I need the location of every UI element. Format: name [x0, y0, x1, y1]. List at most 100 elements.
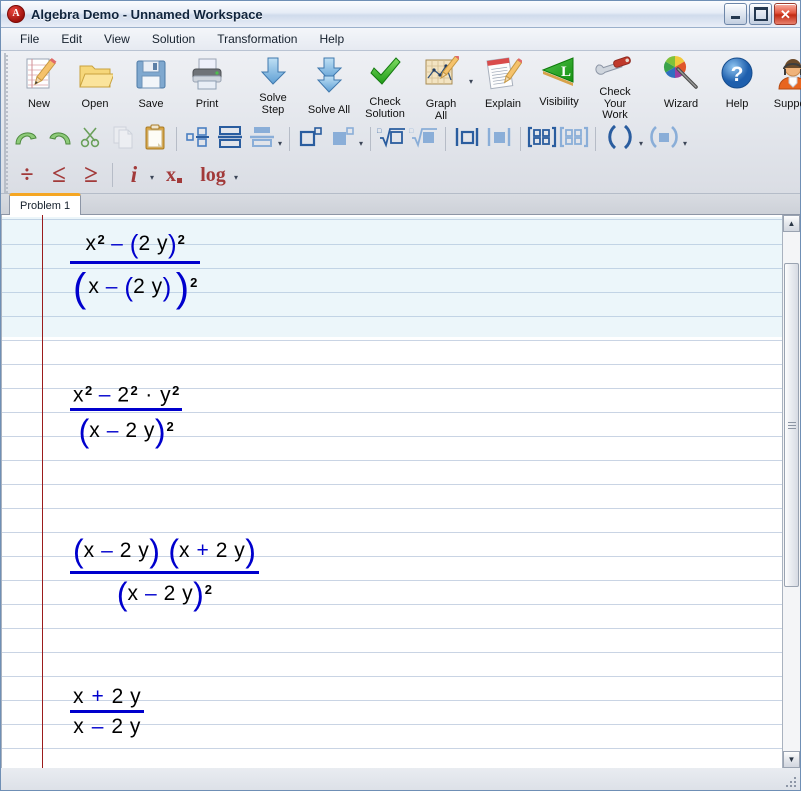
expression-step-1[interactable]: x2 – (2 y)2 (x – (2 y) )2: [70, 229, 201, 311]
graph-all-dropdown-arrow-icon[interactable]: ▾: [469, 77, 473, 86]
fraction-small-button[interactable]: [182, 124, 214, 154]
vertical-scrollbar[interactable]: ▲ ▼: [782, 215, 800, 768]
scrollbar-thumb[interactable]: [784, 263, 799, 587]
absolute-value-empty-button[interactable]: [451, 124, 483, 154]
visibility-label: Visibility: [539, 96, 579, 108]
solve-step-button[interactable]: Solve Step: [245, 53, 301, 118]
explain-button[interactable]: Explain: [475, 53, 531, 113]
new-document-pencil-icon: [21, 56, 57, 97]
logarithm-icon: log: [200, 163, 226, 186]
undo-arrow-icon: [14, 127, 40, 152]
scroll-up-button[interactable]: ▲: [783, 215, 800, 232]
logarithm-dropdown-arrow-icon[interactable]: ▾: [234, 173, 238, 182]
toolbar-grip[interactable]: [1, 53, 11, 121]
expression-step-2[interactable]: x2 – 22 · y2 (x – 2 y)2: [70, 383, 183, 450]
exponent-filled-icon: [330, 125, 356, 154]
radical-filled-icon: □: [409, 125, 439, 154]
maximize-button[interactable]: [749, 3, 772, 25]
check-your-work-label: Check Your Work: [599, 86, 631, 121]
tab-problem-1[interactable]: Problem 1: [9, 193, 82, 215]
solve-all-button[interactable]: Solve All: [301, 53, 357, 119]
denominator-step-3: (x – 2 y)2: [116, 576, 213, 612]
exponent-empty-button[interactable]: [295, 124, 327, 154]
imaginary-unit-button[interactable]: i: [118, 160, 150, 190]
absolute-value-filled-icon: [486, 125, 512, 154]
imaginary-unit-icon: i: [130, 162, 138, 187]
support-button[interactable]: Support: [765, 53, 801, 113]
graph-all-button[interactable]: Graph All: [413, 53, 469, 124]
absolute-value-empty-icon: [454, 125, 480, 154]
copy-button[interactable]: [107, 124, 139, 154]
menu-item-file[interactable]: File: [9, 30, 50, 48]
fraction-medium-button[interactable]: [214, 124, 246, 154]
undo-button[interactable]: [11, 124, 43, 154]
exponent-filled-button[interactable]: [327, 124, 359, 154]
new-button[interactable]: New: [11, 53, 67, 113]
parentheses-filled-dropdown-arrow-icon[interactable]: ▾: [683, 139, 687, 148]
resize-grip[interactable]: [785, 776, 797, 788]
print-button[interactable]: Print: [179, 53, 235, 113]
divide-icon: ÷: [20, 161, 34, 188]
menu-item-help[interactable]: Help: [308, 30, 355, 48]
wizard-button[interactable]: Wizard: [653, 53, 709, 113]
paste-button[interactable]: [139, 124, 171, 154]
radical-filled-button[interactable]: □: [408, 124, 440, 154]
fraction-step-3: (x – 2 y) (x + 2 y) (x – 2 y)2: [70, 533, 259, 613]
edit-separator-2: [289, 127, 291, 151]
menu-item-solution[interactable]: Solution: [141, 30, 206, 48]
menu-item-transformation[interactable]: Transformation: [206, 30, 308, 48]
edit-separator-6: [595, 127, 597, 151]
radical-empty-button[interactable]: □: [376, 124, 408, 154]
matrix-empty-button[interactable]: [526, 124, 558, 154]
scroll-down-button[interactable]: ▼: [783, 751, 800, 768]
close-button[interactable]: ✕: [774, 3, 797, 25]
absolute-value-filled-button[interactable]: [483, 124, 515, 154]
worksheet-paper[interactable]: x2 – (2 y)2 (x – (2 y) )2 x2 – 22 · y2 (…: [2, 215, 782, 768]
parentheses-empty-button[interactable]: [601, 124, 639, 154]
fraction-dropdown-arrow-icon[interactable]: ▾: [278, 139, 282, 148]
margin-line: [42, 215, 43, 768]
check-solution-button[interactable]: Check Solution: [357, 53, 413, 122]
scrollbar-track[interactable]: [783, 232, 800, 751]
toolbar-container: New Open Save Print Solve Step Solve All…: [1, 51, 801, 194]
green-checkmark-icon: [367, 56, 403, 95]
expression-step-3[interactable]: (x – 2 y) (x + 2 y) (x – 2 y)2: [70, 533, 259, 613]
menu-item-view[interactable]: View: [93, 30, 141, 48]
check-your-work-button[interactable]: Check Your Work: [587, 53, 643, 124]
fraction-large-button[interactable]: [246, 124, 278, 154]
edit-separator-5: [520, 127, 522, 151]
support-headset-person-icon: [775, 56, 801, 97]
divide-button[interactable]: ÷: [11, 160, 43, 190]
subscript-x-icon: x: [166, 164, 183, 187]
greater-than-or-equal-button[interactable]: ≥: [75, 160, 107, 190]
save-button[interactable]: Save: [123, 53, 179, 113]
matrix-filled-button[interactable]: [558, 124, 590, 154]
menu-item-edit[interactable]: Edit: [50, 30, 93, 48]
fraction-step-2: x2 – 22 · y2 (x – 2 y)2: [70, 383, 183, 450]
less-than-or-equal-button[interactable]: ≤: [43, 160, 75, 190]
redo-button[interactable]: [43, 124, 75, 154]
support-label: Support: [773, 98, 801, 110]
visibility-button[interactable]: L Visibility: [531, 53, 587, 111]
edit-toolbar-grip[interactable]: [1, 121, 11, 157]
paste-clipboard-icon: [144, 124, 166, 155]
imaginary-unit-dropdown-arrow-icon[interactable]: ▾: [150, 173, 154, 182]
fraction-small-icon: [185, 125, 211, 154]
application-window: A Algebra Demo - Unnamed Workspace ✕ Fil…: [0, 0, 801, 791]
math-toolbar-grip[interactable]: [1, 157, 11, 193]
help-button[interactable]: ? Help: [709, 53, 765, 113]
exponent-dropdown-arrow-icon[interactable]: ▾: [359, 139, 363, 148]
parentheses-filled-button[interactable]: [645, 124, 683, 154]
parentheses-empty-dropdown-arrow-icon[interactable]: ▾: [639, 139, 643, 148]
expression-step-4[interactable]: x + 2 y x – 2 y: [70, 685, 145, 739]
subscript-x-button[interactable]: x: [156, 160, 192, 190]
print-button-label: Print: [195, 98, 219, 110]
cut-button[interactable]: [75, 124, 107, 154]
green-triangle-l-icon: L: [540, 56, 578, 95]
open-button[interactable]: Open: [67, 53, 123, 113]
logarithm-button[interactable]: log: [192, 160, 234, 190]
explain-label: Explain: [484, 98, 522, 110]
minimize-button[interactable]: [724, 3, 747, 25]
denominator-step-2: (x – 2 y)2: [78, 413, 174, 450]
exponent-empty-icon: [298, 125, 324, 154]
